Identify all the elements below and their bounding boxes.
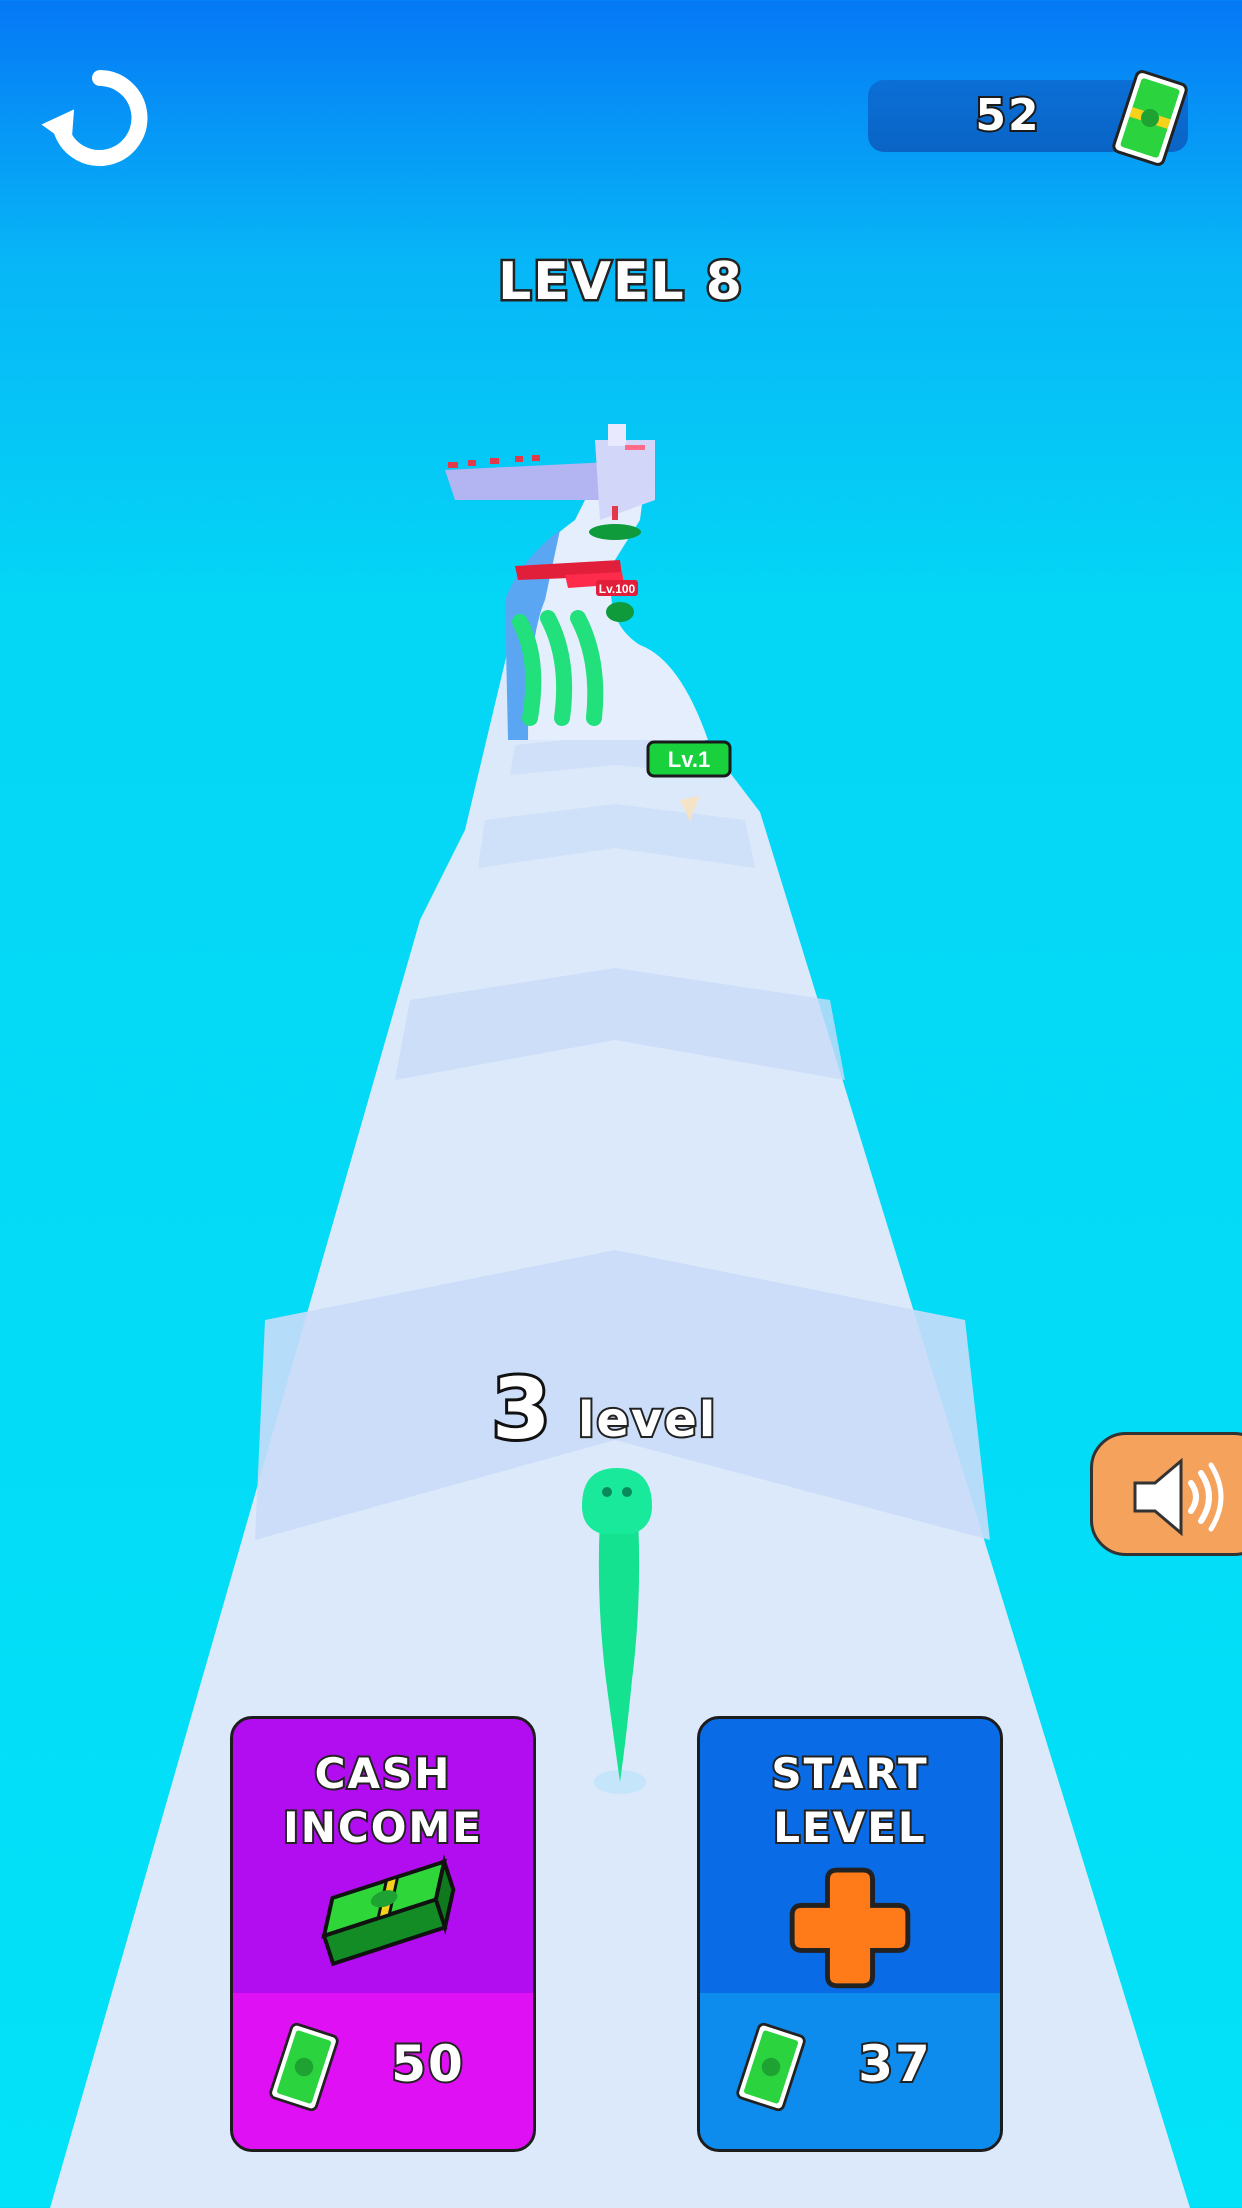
gate-low-sign: Lv.1 <box>646 740 732 778</box>
track-bridge <box>445 462 620 500</box>
card-title-line2: LEVEL <box>771 1801 927 1854</box>
gate-high-label: Lv.100 <box>599 582 636 596</box>
card-price: 37 <box>856 2033 932 2095</box>
plus-icon <box>789 1867 911 1989</box>
player-level-indicator: 3 level <box>480 1357 780 1461</box>
card-price: 50 <box>389 2033 465 2095</box>
card-title-line1: START <box>769 1747 929 1800</box>
track-tower-top <box>608 424 626 446</box>
sound-button[interactable] <box>1090 1432 1242 1556</box>
cash-bill-icon <box>736 2022 806 2112</box>
gate-low-label: Lv.1 <box>668 747 710 772</box>
level-title: LEVEL 8 <box>496 250 745 315</box>
start-level-upgrade-card[interactable]: START LEVEL 37 <box>697 1716 1003 2152</box>
card-title: START LEVEL <box>700 1747 1000 1855</box>
speaker-on-icon <box>1133 1457 1224 1537</box>
restart-icon <box>41 70 148 166</box>
cash-amount: 52 <box>973 88 1041 143</box>
cash-stack-icon <box>321 1854 456 1967</box>
gate-high-sign: Lv.100 <box>596 580 638 596</box>
track-tower <box>595 440 655 520</box>
cash-income-upgrade-card[interactable]: CASH INCOME 50 <box>230 1716 536 2152</box>
card-title-line2: INCOME <box>281 1801 483 1854</box>
player-level-label: level <box>576 1390 718 1450</box>
player-level-number: 3 <box>489 1357 553 1461</box>
card-title: CASH INCOME <box>233 1747 533 1855</box>
cash-bill-icon <box>269 2022 339 2112</box>
game-track-scene: Lv.1 Lv.100 <box>50 424 1190 2208</box>
restart-button[interactable] <box>40 60 160 180</box>
cash-bill-icon <box>1112 70 1188 166</box>
card-title-line1: CASH <box>313 1747 452 1800</box>
